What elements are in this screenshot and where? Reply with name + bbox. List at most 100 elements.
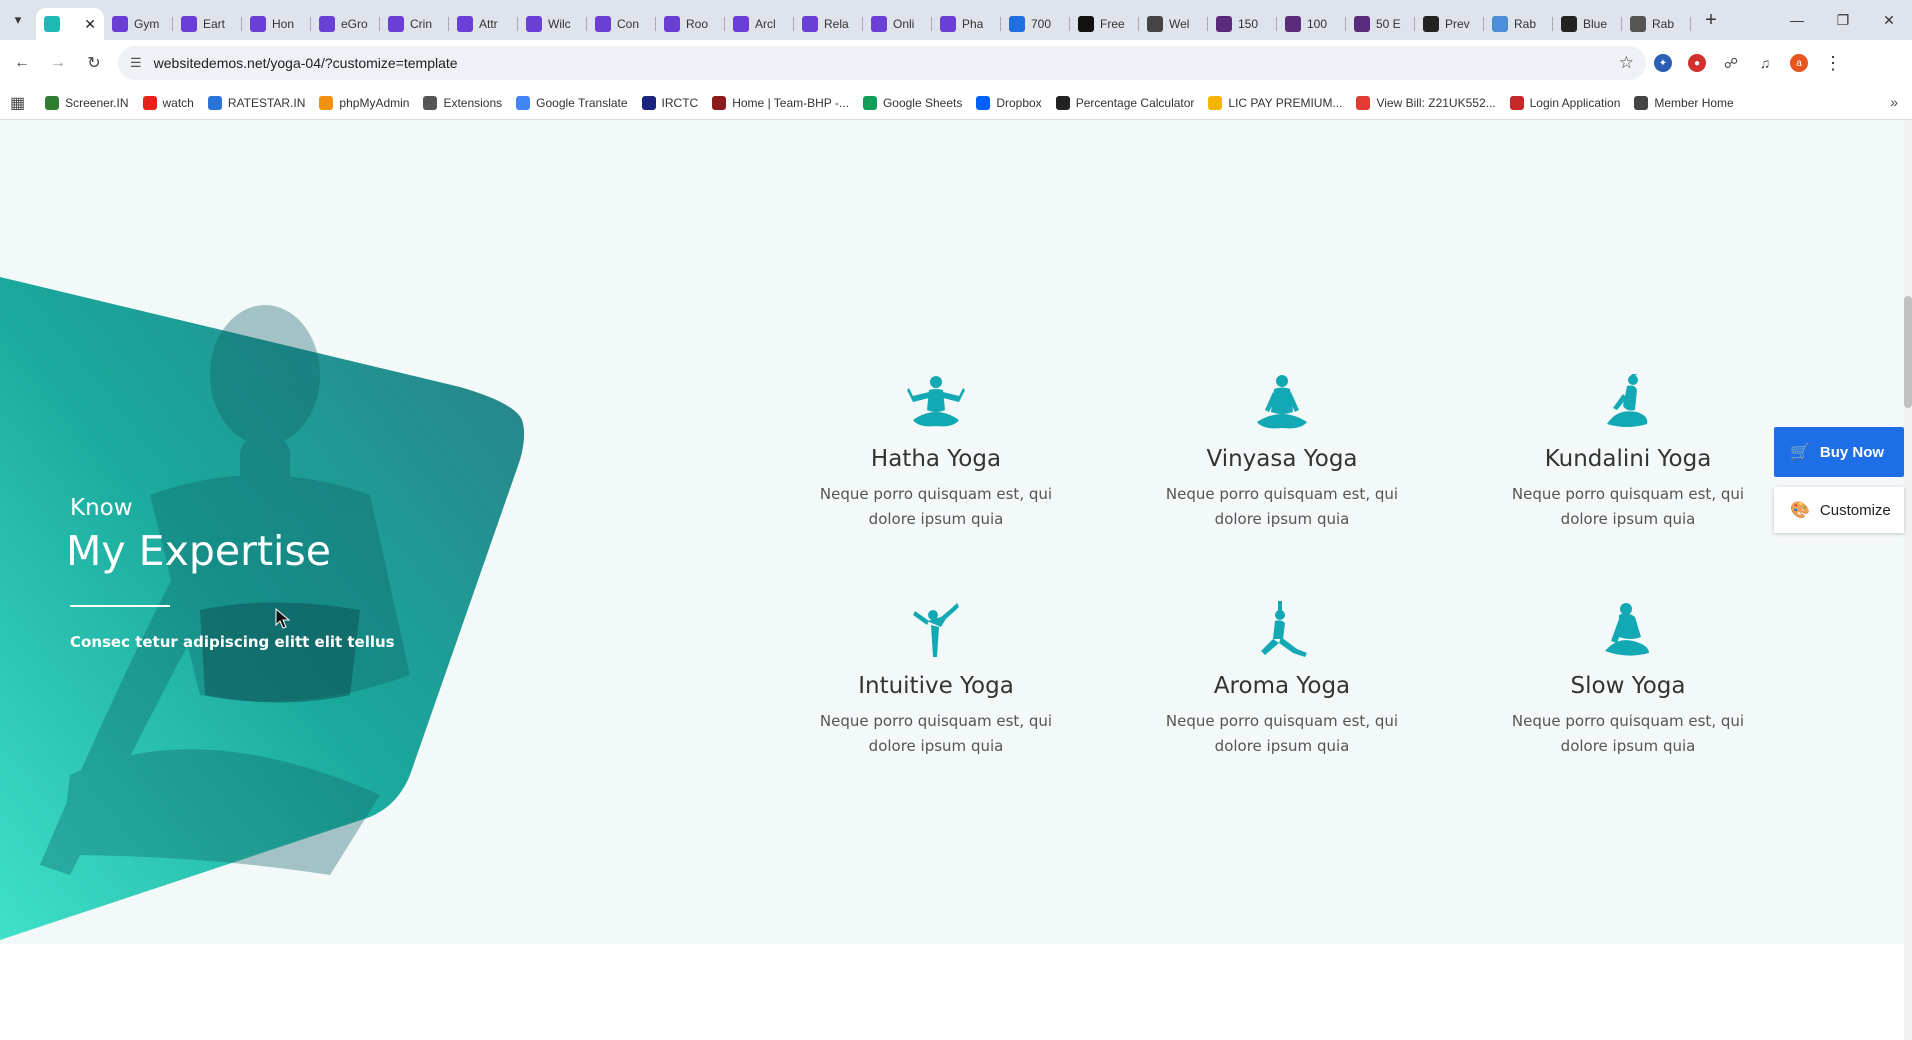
bookmark-item[interactable]: Extensions (423, 95, 502, 110)
customize-button[interactable]: 🎨 Customize (1774, 487, 1904, 533)
meditation-arms-up-icon (786, 374, 1086, 436)
browser-tab[interactable]: eGro (311, 8, 380, 40)
bookmark-item[interactable]: Google Sheets (862, 95, 963, 110)
minimize-icon[interactable]: — (1774, 0, 1820, 40)
apps-grid-icon[interactable]: ▦ (10, 93, 25, 113)
browser-tab[interactable]: Free (1070, 8, 1139, 40)
tab-close-icon[interactable]: ✕ (84, 16, 96, 33)
bookmark-label: Google Sheets (882, 95, 963, 110)
bookmark-label: IRCTC (661, 95, 699, 110)
tab-favicon-icon (1423, 16, 1439, 32)
close-window-icon[interactable]: ✕ (1866, 0, 1912, 40)
bookmark-favicon-icon (976, 95, 991, 110)
web-page: Know My Expertise Consec tetur adipiscin… (0, 120, 1912, 1040)
browser-tab[interactable]: Gym (104, 8, 173, 40)
bookmark-item[interactable]: View Bill: Z21UK552... (1356, 95, 1496, 110)
browser-tab[interactable]: Prev (1415, 8, 1484, 40)
bookmark-item[interactable]: Dropbox (976, 95, 1042, 110)
browser-tab[interactable]: 50 E (1346, 8, 1415, 40)
browser-tab[interactable]: Attr (449, 8, 518, 40)
bookmark-item[interactable]: Login Application (1509, 95, 1620, 110)
site-info-icon[interactable]: ☰ (130, 55, 142, 71)
address-bar[interactable]: ☰ websitedemos.net/yoga-04/?customize=te… (118, 46, 1646, 80)
browser-tab[interactable]: Arcl (725, 8, 794, 40)
forward-icon[interactable]: → (44, 49, 72, 77)
back-icon[interactable]: ← (8, 49, 36, 77)
tab-label: Prev (1445, 17, 1470, 31)
seated-bend-icon (1478, 601, 1778, 663)
url-text[interactable]: websitedemos.net/yoga-04/?customize=temp… (154, 55, 1619, 71)
browser-tab[interactable]: Rab (1484, 8, 1553, 40)
bookmark-item[interactable]: Google Translate (516, 95, 628, 110)
expertise-section: Know My Expertise Consec tetur adipiscin… (0, 120, 1912, 944)
browser-tab[interactable]: Hon (242, 8, 311, 40)
customize-label: Customize (1819, 501, 1891, 519)
browser-tab[interactable]: Pha (932, 8, 1001, 40)
bookmark-label: watch (162, 95, 194, 110)
browser-tab[interactable]: Blue (1553, 8, 1622, 40)
browser-tab[interactable]: Con (587, 8, 656, 40)
tab-favicon-icon (112, 16, 128, 32)
puzzle-icon[interactable]: ☍ (1714, 55, 1748, 72)
bookmark-favicon-icon (712, 95, 727, 110)
browser-tab[interactable]: 700 (1001, 8, 1070, 40)
browser-tab[interactable]: Rab (1622, 8, 1691, 40)
bookmark-item[interactable]: phpMyAdmin (319, 95, 409, 110)
tab-strip: ▾ ✕ Gym Eart Hon eGro Crin Attr Wilc Con Roo Arcl R… (0, 0, 1912, 40)
bookmark-item[interactable]: Home | Team-BHP -... (712, 95, 849, 110)
tab-separator (1690, 17, 1691, 31)
shield-extension-icon[interactable]: ● (1680, 54, 1714, 72)
tab-label: Gym (134, 17, 160, 31)
browser-tab[interactable]: Crin (380, 8, 449, 40)
service-card-intuitive: Intuitive Yoga Neque porro quisquam est,… (786, 601, 1086, 759)
menu-icon[interactable]: ⋮ (1816, 53, 1850, 74)
more-bookmarks-icon[interactable]: » (1890, 94, 1898, 110)
bookmark-item[interactable]: Percentage Calculator (1055, 95, 1195, 110)
browser-tab[interactable]: ✕ (36, 8, 104, 40)
tab-label: 700 (1031, 17, 1052, 31)
restore-icon[interactable]: ❐ (1820, 0, 1866, 40)
bookmark-label: Member Home (1654, 95, 1734, 110)
bookmark-favicon-icon (516, 95, 531, 110)
hero-heading: My Expertise (66, 527, 331, 575)
tab-favicon-icon (664, 16, 680, 32)
tab-search-button[interactable]: ▾ (0, 0, 36, 40)
tab-label: Onli (893, 17, 915, 31)
browser-tab[interactable]: Onli (863, 8, 932, 40)
bookmark-label: Percentage Calculator (1075, 95, 1195, 110)
bookmark-star-icon[interactable]: ☆ (1619, 53, 1634, 73)
bookmark-item[interactable]: Screener.IN (45, 95, 129, 110)
bookmark-favicon-icon (1634, 95, 1649, 110)
bookmark-favicon-icon (45, 95, 60, 110)
tab-favicon-icon (595, 16, 611, 32)
bookmark-item[interactable]: LIC PAY PREMIUM... (1208, 95, 1342, 110)
service-card-vinyasa: Vinyasa Yoga Neque porro quisquam est, q… (1132, 374, 1432, 532)
browser-tab[interactable]: 100 (1277, 8, 1346, 40)
tab-favicon-icon (1630, 16, 1646, 32)
new-tab-button[interactable]: + (1695, 9, 1727, 32)
media-icon[interactable]: ♫ (1748, 55, 1782, 71)
bookmark-item[interactable]: RATESTAR.IN (207, 95, 305, 110)
service-card-slow: Slow Yoga Neque porro quisquam est, qui d… (1478, 601, 1778, 759)
browser-tab[interactable]: Roo (656, 8, 725, 40)
tab-label: Roo (686, 17, 709, 31)
bookmark-label: Google Translate (536, 95, 628, 110)
browser-tab[interactable]: 150 (1208, 8, 1277, 40)
scrollbar-thumb[interactable] (1904, 296, 1912, 408)
profile-avatar[interactable]: a (1782, 54, 1816, 72)
browser-tab[interactable]: Eart (173, 8, 242, 40)
page-scrollbar[interactable] (1904, 120, 1912, 1040)
bookmark-item[interactable]: watch (142, 95, 194, 110)
extension-icon[interactable]: ✦ (1646, 54, 1680, 72)
tab-favicon-icon (733, 16, 749, 32)
bookmark-item[interactable]: Member Home (1634, 95, 1734, 110)
service-description: Neque porro quisquam est, qui dolore ipsu… (1165, 712, 1399, 755)
buy-now-button[interactable]: 🛒 Buy Now (1774, 427, 1904, 477)
browser-tab[interactable]: Wel (1139, 8, 1208, 40)
bookmark-item[interactable]: IRCTC (641, 95, 699, 110)
browser-tab[interactable]: Wilc (518, 8, 587, 40)
reload-icon[interactable]: ↻ (80, 49, 108, 77)
lunge-pose-icon (1132, 601, 1432, 663)
bookmark-favicon-icon (423, 95, 438, 110)
browser-tab[interactable]: Rela (794, 8, 863, 40)
